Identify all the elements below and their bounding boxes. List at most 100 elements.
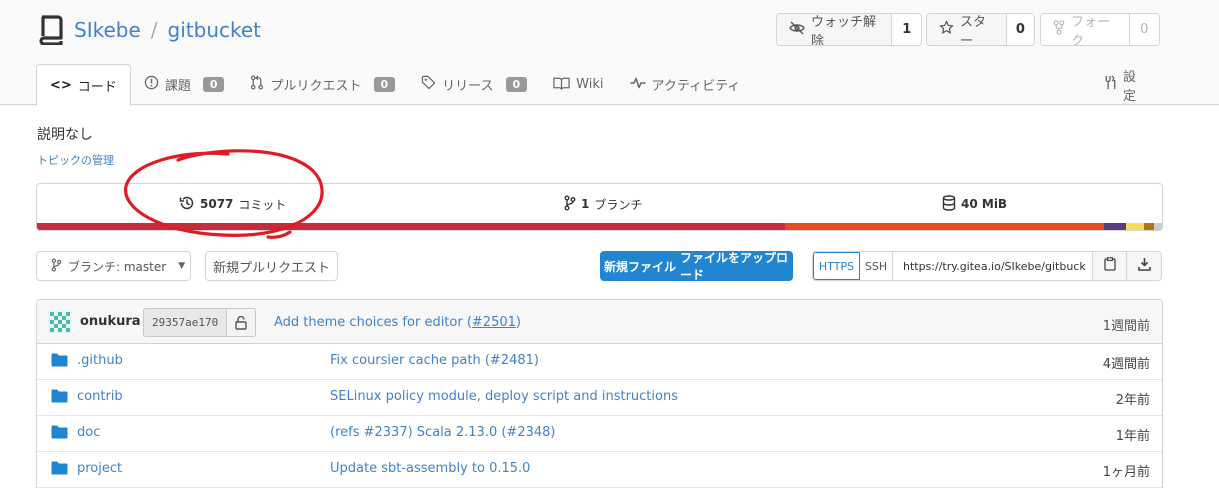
file-name-link[interactable]: .github (77, 353, 123, 368)
fork-button[interactable]: フォーク (1041, 14, 1129, 45)
file-name-link[interactable]: doc (77, 425, 100, 440)
table-row: doc (refs #2337) Scala 2.13.0 (#2348) 1年… (37, 416, 1162, 452)
repo-tabs: <> コード 課題 0 プルリクエスト 0 リリース 0 Wiki アクティビテ… (36, 64, 1136, 106)
commits-label: コミット (238, 197, 287, 212)
tab-wiki[interactable]: Wiki (540, 64, 616, 105)
watch-count[interactable]: 1 (891, 14, 921, 45)
tab-pull-requests-label: プルリクエスト (270, 79, 362, 94)
issue-opened-icon (144, 75, 159, 94)
file-age: 4週間前 (1102, 357, 1150, 372)
fork-count[interactable]: 0 (1128, 14, 1159, 45)
repo-size: 40 MiB (961, 197, 1008, 211)
table-row: contrib SELinux policy module, deploy sc… (37, 380, 1162, 416)
language-bar-segment (1154, 223, 1162, 230)
branches-label: ブランチ (594, 197, 643, 212)
repo-book-icon (38, 15, 64, 45)
file-age: 1ヶ月前 (1102, 465, 1150, 480)
branch-selector-label: ブランチ: master (68, 259, 167, 274)
commit-pr-link[interactable]: #2501 (472, 315, 516, 330)
file-commit-message-link[interactable]: SELinux policy module, deploy script and… (330, 389, 678, 404)
clipboard-icon (1103, 257, 1116, 275)
fork-icon (1053, 20, 1065, 39)
language-bar-segment (37, 223, 786, 230)
commit-sha-group: 29357ae170 (143, 308, 257, 337)
git-pull-request-icon (250, 75, 264, 94)
repo-stats-bar: 5077 コミット 1 ブランチ 40 MiB (36, 183, 1163, 231)
commit-sha-button[interactable]: 29357ae170 (144, 309, 227, 336)
git-branch-icon (51, 257, 62, 275)
watch-button[interactable]: ウォッチ解除 (777, 14, 892, 46)
manage-topics-link[interactable]: トピックの管理 (37, 152, 114, 168)
new-file-button[interactable]: 新規ファイル (600, 251, 680, 281)
commit-message-end: ) (515, 315, 521, 330)
book-icon (553, 76, 570, 94)
tab-pull-requests[interactable]: プルリクエスト 0 (237, 64, 408, 105)
latest-commit-row: onukura 29357ae170 Add theme choices for… (37, 300, 1162, 344)
file-age: 1年前 (1115, 429, 1150, 444)
tab-pull-requests-count: 0 (373, 77, 396, 92)
language-bar-segment (1103, 223, 1126, 230)
history-icon (179, 195, 195, 214)
branch-selector[interactable]: ブランチ: master ▼ (36, 251, 191, 281)
repo-description: 説明なし (37, 127, 93, 143)
table-row: project Update sbt-assembly to 0.15.0 1ヶ… (37, 452, 1162, 488)
folder-icon (51, 425, 68, 443)
fork-label: フォーク (1071, 14, 1111, 46)
tab-wiki-label: Wiki (576, 77, 604, 92)
branches-stat[interactable]: 1 ブランチ (564, 194, 642, 214)
repo-name-link[interactable]: gitbucket (168, 18, 261, 42)
file-actions-group: 新規ファイル ファイルをアップロード (600, 251, 793, 281)
tab-issues[interactable]: 課題 0 (131, 64, 238, 105)
new-pull-request-button[interactable]: 新規プルリクエスト (205, 251, 338, 281)
star-count[interactable]: 0 (1005, 14, 1034, 45)
fork-group: フォーク 0 (1040, 13, 1160, 46)
tab-issues-label: 課題 (164, 79, 191, 94)
tab-activity[interactable]: アクティビティ (617, 64, 754, 105)
tab-releases-label: リリース (442, 79, 494, 94)
branches-count: 1 (581, 197, 590, 211)
folder-icon (51, 389, 68, 407)
tag-icon (421, 75, 436, 94)
https-button[interactable]: HTTPS (813, 252, 860, 280)
eye-slash-icon (789, 21, 805, 39)
language-bar (37, 223, 1162, 230)
language-bar-segment (1144, 223, 1155, 230)
copy-url-button[interactable] (1093, 252, 1127, 280)
file-commit-message-link[interactable]: Fix coursier cache path (#2481) (330, 353, 539, 368)
file-commit-message-link[interactable]: Update sbt-assembly to 0.15.0 (330, 461, 530, 476)
size-stat: 40 MiB (942, 194, 1007, 214)
database-icon (942, 194, 956, 214)
tab-code[interactable]: <> コード (36, 64, 131, 106)
star-label: スター (960, 14, 987, 46)
ssh-button[interactable]: SSH (860, 252, 893, 280)
file-name-link[interactable]: contrib (77, 389, 123, 404)
file-commit-message-link[interactable]: (refs #2337) Scala 2.13.0 (#2348) (330, 425, 555, 440)
folder-icon (51, 461, 68, 479)
unlock-icon[interactable] (226, 309, 256, 336)
tools-icon (1103, 75, 1117, 94)
tab-settings[interactable]: 設定 (1090, 64, 1149, 105)
tab-releases-count: 0 (505, 77, 528, 92)
folder-icon (51, 353, 68, 371)
star-button[interactable]: スター (927, 14, 1006, 45)
upload-file-button[interactable]: ファイルをアップロード (680, 251, 793, 281)
caret-down-icon: ▼ (178, 261, 186, 271)
download-icon (1137, 257, 1151, 275)
repo-title: SIkebe / gitbucket (38, 14, 261, 46)
tab-activity-label: アクティビティ (651, 79, 741, 94)
repo-owner-link[interactable]: SIkebe (74, 18, 141, 42)
watch-group: ウォッチ解除 1 (776, 13, 922, 46)
commit-message-link[interactable]: Add theme choices for editor (#2501) (274, 315, 521, 330)
commits-stat[interactable]: 5077 コミット (179, 194, 286, 214)
watch-label: ウォッチ解除 (811, 14, 877, 46)
avatar[interactable] (48, 310, 72, 334)
file-list: onukura 29357ae170 Add theme choices for… (36, 299, 1163, 488)
commits-count: 5077 (200, 197, 234, 211)
tab-releases[interactable]: リリース 0 (408, 64, 540, 105)
commit-age: 1週間前 (1102, 319, 1150, 334)
download-button[interactable] (1127, 252, 1161, 280)
file-name-link[interactable]: project (77, 461, 122, 476)
star-group: スター 0 (926, 13, 1035, 46)
clone-url-input[interactable]: https://try.gitea.io/SIkebe/gitbuck (893, 252, 1093, 280)
commit-author[interactable]: onukura (80, 314, 141, 329)
